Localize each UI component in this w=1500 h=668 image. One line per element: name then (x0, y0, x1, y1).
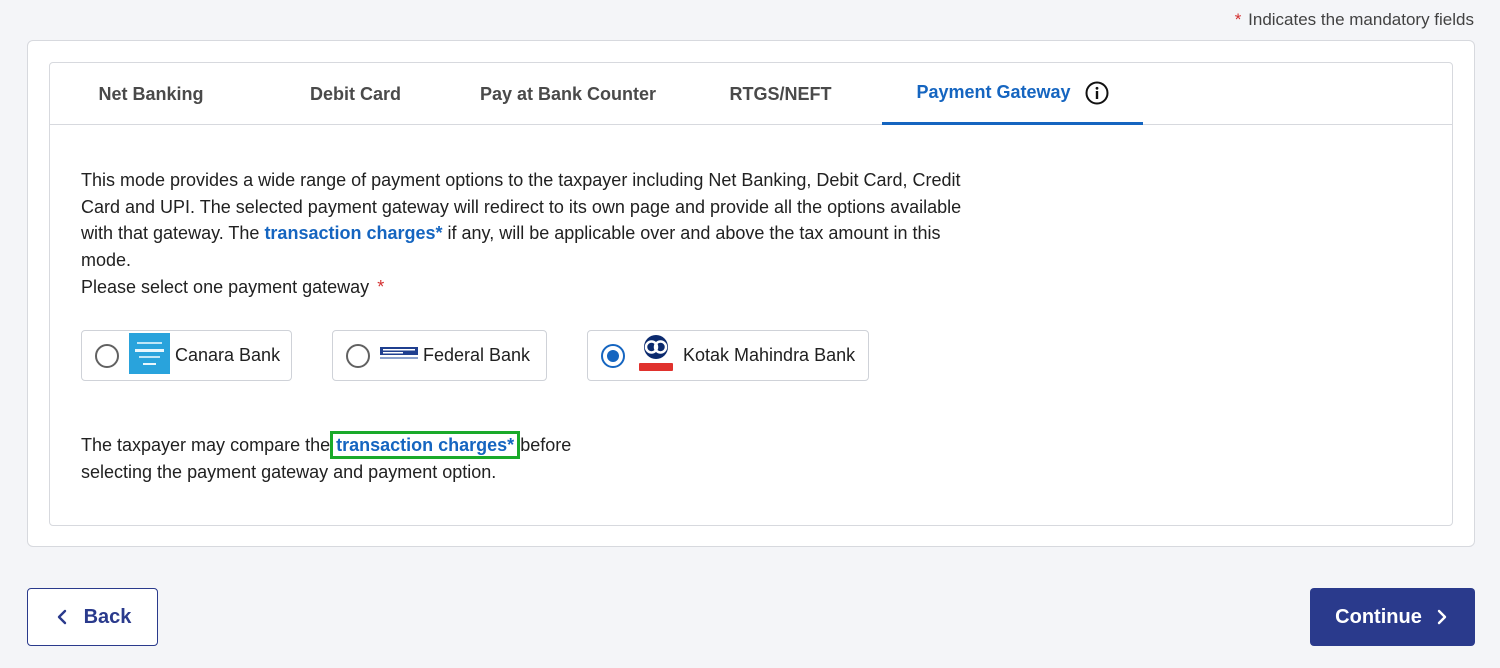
gateway-option-federal-bank[interactable]: Federal Bank (332, 330, 547, 381)
tab-pay-at-bank-counter[interactable]: Pay at Bank Counter (459, 63, 677, 125)
payment-mode-card: Net Banking Debit Card Pay at Bank Count… (27, 40, 1475, 547)
continue-button-label: Continue (1335, 605, 1422, 628)
back-button-label: Back (83, 605, 132, 628)
select-gateway-prompt: Please select one payment gateway * (81, 274, 981, 301)
tab-label: Payment Gateway (916, 82, 1071, 102)
radio-canara-bank[interactable] (95, 343, 119, 368)
tab-debit-card[interactable]: Debit Card (252, 63, 459, 125)
payment-mode-panel: Net Banking Debit Card Pay at Bank Count… (49, 62, 1453, 526)
gateway-description: This mode provides a wide range of payme… (81, 167, 981, 301)
transaction-charges-link[interactable]: transaction charges* (264, 223, 442, 243)
kotak-bank-logo-icon (637, 333, 675, 378)
gateway-name: Kotak Mahindra Bank (683, 345, 856, 365)
compare-transaction-charges-link[interactable]: transaction charges* (330, 431, 521, 459)
info-icon[interactable] (1085, 81, 1109, 105)
mandatory-note-text: Indicates the mandatory fields (1248, 10, 1474, 29)
required-star: * (377, 276, 385, 297)
continue-button[interactable]: Continue (1310, 588, 1475, 646)
mandatory-fields-note: * Indicates the mandatory fields (1235, 10, 1474, 30)
select-prompt-text: Please select one payment gateway (81, 276, 370, 297)
radio-kotak-mahindra-bank[interactable] (601, 343, 625, 368)
compare-note-text: The taxpayer may compare the (81, 435, 331, 455)
gateway-option-canara-bank[interactable]: Canara Bank (81, 330, 292, 381)
chevron-left-icon (54, 609, 70, 625)
tab-label: Debit Card (309, 83, 401, 104)
payment-mode-tabs: Net Banking Debit Card Pay at Bank Count… (50, 63, 1452, 125)
compare-charges-note: The taxpayer may compare the transaction … (81, 431, 601, 486)
tab-net-banking[interactable]: Net Banking (50, 63, 252, 125)
gateway-name: Canara Bank (175, 345, 281, 365)
chevron-right-icon (1434, 609, 1450, 625)
radio-federal-bank[interactable] (346, 343, 370, 368)
tab-label: Pay at Bank Counter (479, 83, 657, 104)
tab-payment-gateway[interactable]: Payment Gateway (882, 63, 1143, 125)
gateway-option-kotak-mahindra-bank[interactable]: Kotak Mahindra Bank (587, 330, 869, 381)
tab-label: RTGS/NEFT (729, 83, 832, 104)
canara-bank-logo-icon (129, 332, 170, 379)
mandatory-star: * (1234, 10, 1242, 29)
tab-label: Net Banking (98, 83, 204, 104)
back-button[interactable]: Back (27, 588, 158, 646)
federal-bank-logo-icon (380, 345, 418, 366)
tab-rtgs-neft[interactable]: RTGS/NEFT (677, 63, 884, 125)
gateway-name: Federal Bank (423, 345, 531, 365)
